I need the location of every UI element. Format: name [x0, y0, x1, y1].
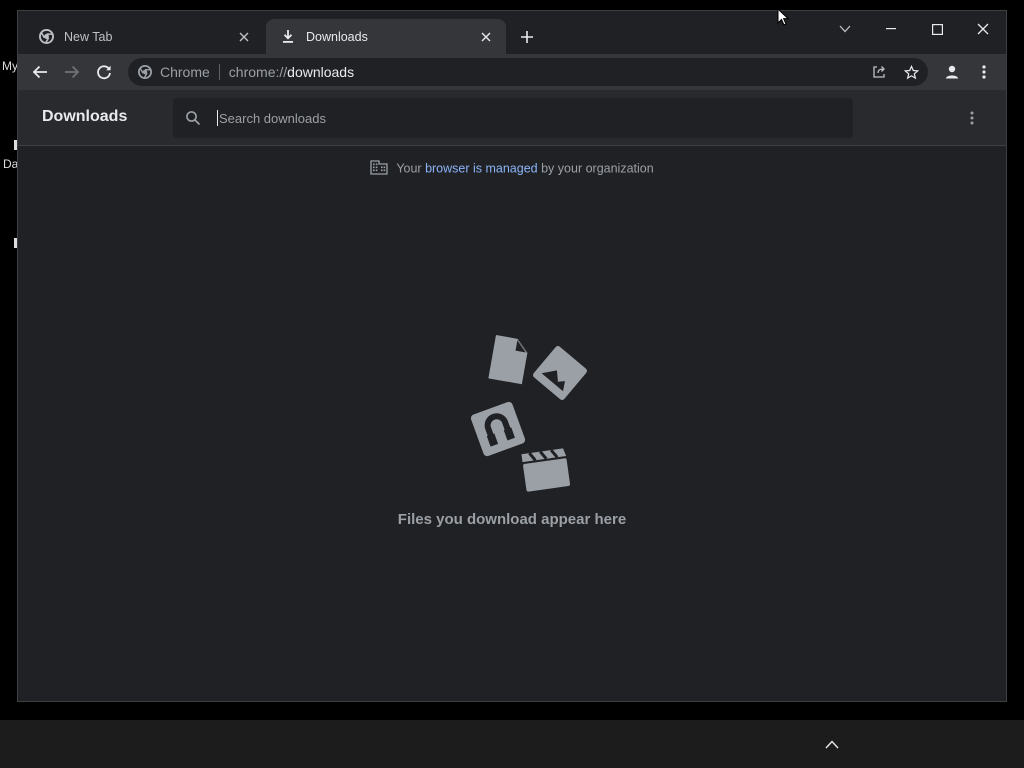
maximize-button[interactable] [914, 14, 960, 44]
plus-icon [521, 31, 533, 43]
page-title: Downloads [42, 108, 128, 125]
more-vert-icon [970, 111, 974, 125]
empty-state-message: Files you download appear here [397, 511, 627, 528]
star-icon [903, 64, 919, 79]
url-host: downloads [287, 64, 355, 80]
close-icon [977, 23, 989, 35]
chevron-down-icon [839, 25, 851, 33]
video-icon [521, 448, 571, 492]
close-icon[interactable] [478, 29, 494, 45]
minimize-button[interactable] [868, 14, 914, 44]
tab-label: Downloads [306, 29, 368, 44]
profile-button[interactable] [938, 58, 966, 86]
tab-downloads[interactable]: Downloads [266, 19, 506, 54]
downloads-more-button[interactable] [962, 108, 982, 128]
title-bar: New Tab Downloads [18, 11, 1006, 54]
site-label: Chrome [160, 64, 210, 80]
browser-menu-button[interactable] [970, 58, 998, 86]
search-input[interactable] [217, 110, 837, 126]
minimize-icon [886, 28, 896, 30]
empty-downloads-illustration [448, 329, 598, 499]
browser-toolbar: Chrome chrome://downloads [18, 54, 1006, 90]
new-tab-button[interactable] [516, 26, 538, 48]
arrow-left-icon [32, 65, 47, 79]
tab-label: New Tab [64, 29, 113, 44]
chrome-icon [138, 65, 152, 79]
chrome-window: New Tab Downloads Chrome chrome:// downl… [17, 10, 1007, 702]
tab-new-tab[interactable]: New Tab [24, 19, 264, 54]
close-icon[interactable] [236, 29, 252, 45]
taskbar [0, 720, 1024, 768]
managed-notice: Your browser is managed by your organiza… [18, 160, 1006, 178]
tab-search-button[interactable] [822, 14, 868, 44]
chevron-up-icon [825, 739, 839, 748]
share-button[interactable] [868, 61, 890, 83]
bookmark-star-button[interactable] [900, 61, 922, 83]
arrow-right-icon [65, 65, 80, 79]
address-bar[interactable]: Chrome chrome://downloads [128, 58, 928, 86]
download-icon [280, 29, 296, 45]
search-bar[interactable] [173, 98, 853, 138]
reload-icon [97, 65, 111, 80]
downloads-header: Downloads [18, 90, 1006, 146]
url-scheme: chrome:// [228, 64, 288, 80]
desktop-icon-label-my[interactable]: My [2, 59, 18, 73]
search-icon [185, 110, 201, 126]
close-window-button[interactable] [960, 14, 1006, 44]
reload-button[interactable] [90, 58, 118, 86]
forward-button[interactable] [58, 58, 86, 86]
mouse-cursor-icon [777, 7, 790, 31]
chrome-icon [38, 29, 54, 45]
show-hidden-icons-button[interactable] [822, 734, 842, 754]
maximize-icon [931, 23, 943, 35]
divider [218, 64, 220, 80]
managed-info-link[interactable]: browser is managed [425, 161, 538, 175]
image-icon [533, 346, 587, 400]
audio-icon [470, 401, 526, 457]
document-icon [488, 335, 528, 385]
share-icon [873, 66, 885, 78]
managed-text-prefix: Your [396, 161, 422, 176]
back-button[interactable] [26, 58, 54, 86]
building-icon [370, 160, 388, 178]
managed-text-suffix: by your organization [541, 161, 654, 176]
more-vert-icon [982, 65, 986, 79]
profile-icon [945, 65, 959, 79]
